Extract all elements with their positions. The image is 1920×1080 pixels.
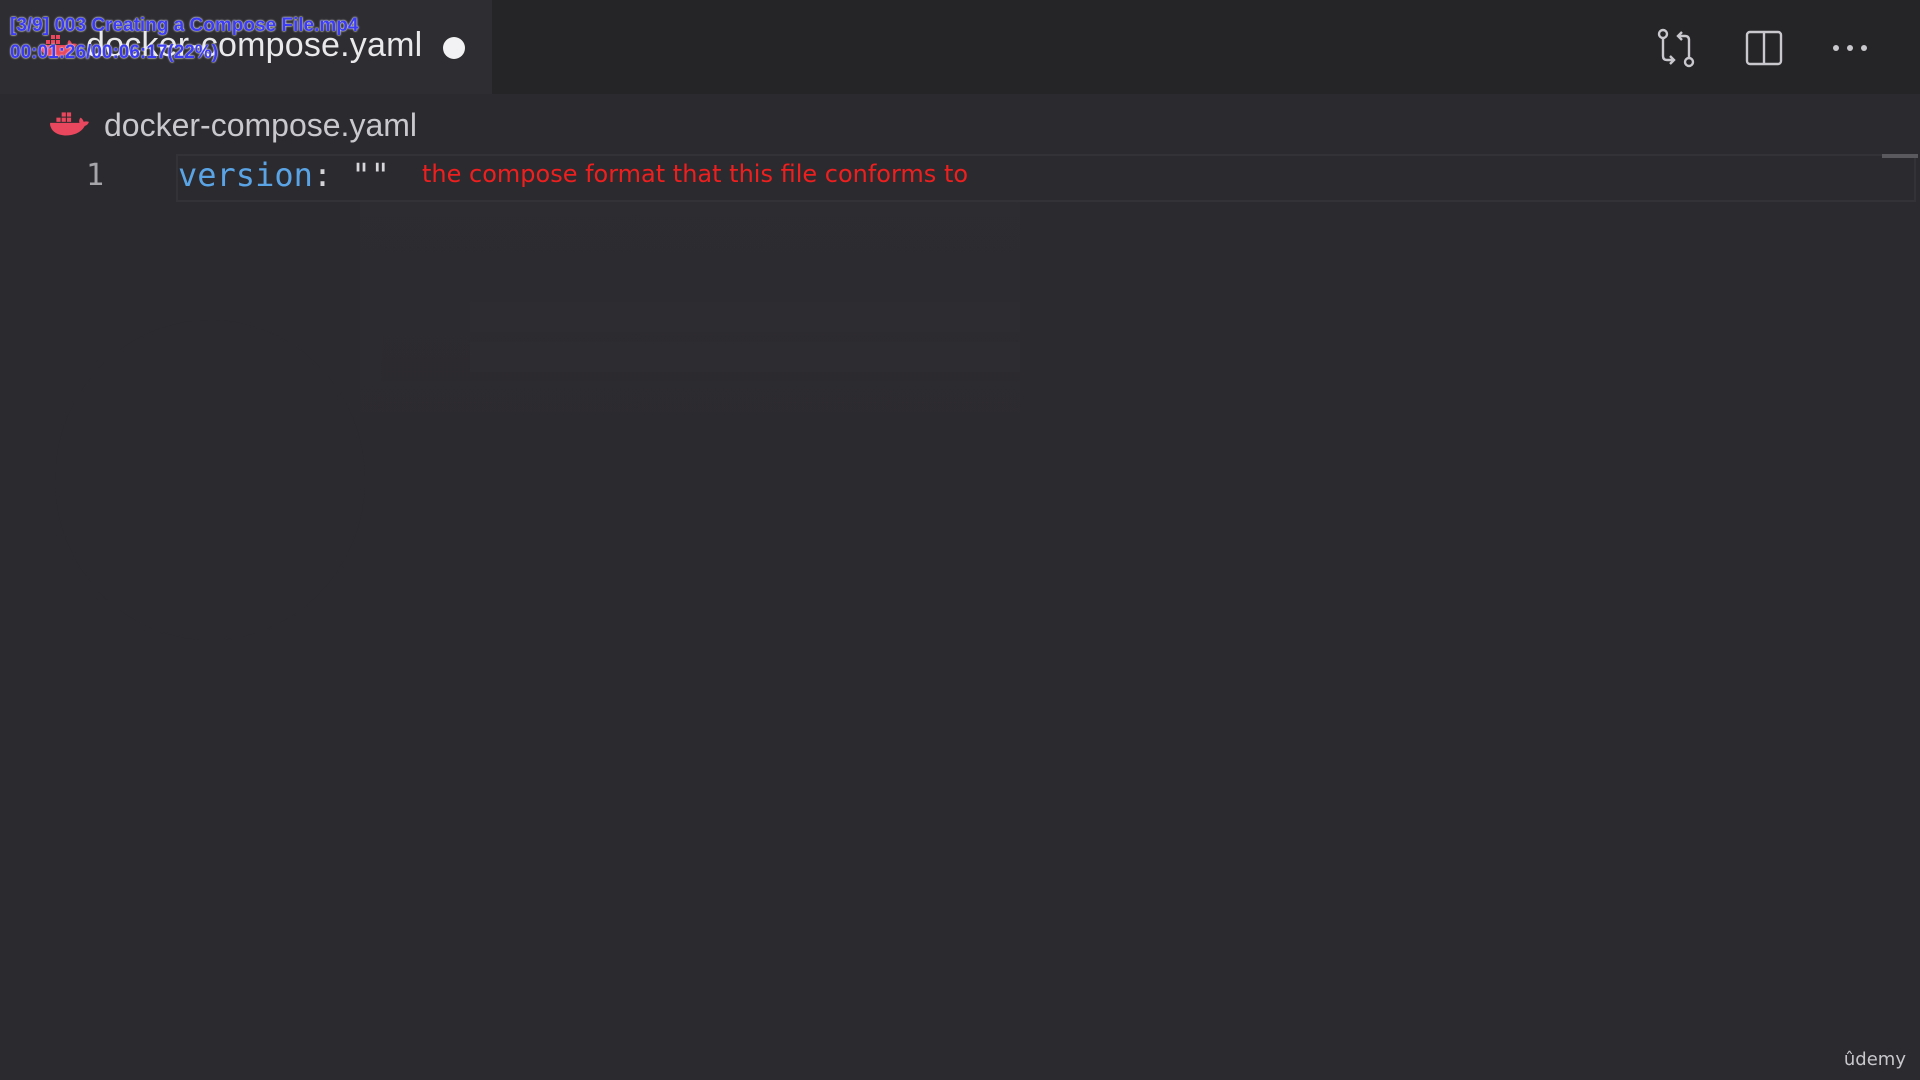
- breadcrumb[interactable]: docker-compose.yaml: [48, 104, 417, 146]
- editor-window: docker-compose.yaml [3/9] 003 Creating a…: [0, 0, 1920, 1080]
- more-actions-icon: [1833, 45, 1867, 51]
- docker-whale-icon: [50, 112, 89, 136]
- video-overlay-info: [3/9] 003 Creating a Compose File.mp4 00…: [10, 12, 358, 66]
- open-changes-button[interactable]: [1652, 24, 1700, 72]
- line-number: 1: [86, 158, 105, 193]
- breadcrumb-file[interactable]: docker-compose.yaml: [104, 107, 417, 144]
- code-line[interactable]: version: "": [178, 156, 390, 194]
- yaml-key: version: [178, 156, 313, 194]
- split-editor-button[interactable]: [1740, 24, 1788, 72]
- split-editor-icon: [1745, 30, 1783, 66]
- yaml-colon: :: [312, 156, 333, 194]
- udemy-watermark: ûdemy: [1843, 1049, 1906, 1070]
- unsaved-indicator-icon[interactable]: [443, 37, 465, 59]
- video-time: 00:01:26/00:06:17(22%): [10, 42, 219, 63]
- minimap-slider[interactable]: [1882, 154, 1918, 158]
- yaml-value: "": [351, 156, 390, 194]
- annotation-text: the compose format that this file confor…: [422, 160, 969, 188]
- open-changes-icon: [1657, 28, 1695, 68]
- ghost-artifact: [55, 320, 365, 640]
- video-title: [3/9] 003 Creating a Compose File.mp4: [10, 15, 359, 36]
- code-editor[interactable]: 1 version: "" the compose format that th…: [0, 150, 1920, 1080]
- more-actions-button[interactable]: [1826, 24, 1874, 72]
- ghost-suggestion-widget: [360, 202, 1020, 412]
